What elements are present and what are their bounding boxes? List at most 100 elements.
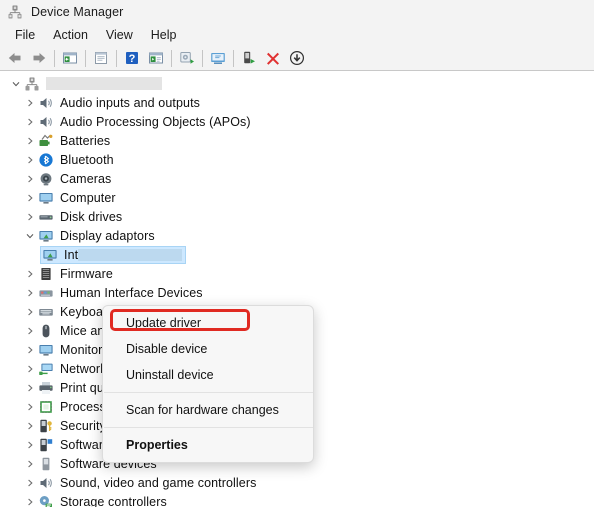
chevron-down-icon[interactable] — [8, 76, 24, 92]
printer-icon — [39, 381, 53, 394]
tree-item-label: Batteries — [60, 133, 111, 148]
tree-item-computer[interactable]: Computer — [0, 188, 594, 207]
chevron-right-icon[interactable] — [22, 209, 38, 225]
toolbar-separator — [85, 49, 86, 67]
scan-for-hardware-changes-button[interactable] — [175, 47, 199, 69]
menu-action[interactable]: Action — [44, 26, 97, 44]
chevron-right-icon[interactable] — [22, 304, 38, 320]
back-button[interactable] — [3, 47, 27, 69]
tree-item-sound-video-and-game-controllers[interactable]: Sound, video and game controllers — [0, 473, 594, 492]
tree-item-human-interface-devices[interactable]: Human Interface Devices — [0, 283, 594, 302]
device-tree-panel[interactable]: Audio inputs and outputs Audio Processin… — [0, 71, 594, 507]
menu-bar: File Action View Help — [0, 24, 594, 46]
properties-icon — [95, 52, 107, 64]
mouse-icon — [42, 324, 50, 337]
tree-item-batteries[interactable]: Batteries — [0, 131, 594, 150]
properties-button[interactable] — [89, 47, 113, 69]
ctx-disable-device[interactable]: Disable device — [103, 336, 313, 362]
tree-item-bluetooth[interactable]: Bluetooth — [0, 150, 594, 169]
display-adapter-icon — [43, 249, 57, 261]
chevron-right-icon[interactable] — [22, 361, 38, 377]
uninstall-device-button[interactable] — [261, 47, 285, 69]
chevron-right-icon[interactable] — [22, 418, 38, 434]
toolbar: ? — [0, 46, 594, 71]
selection-highlight: Int — [40, 245, 187, 264]
help-icon: ? — [126, 52, 138, 65]
forward-icon — [33, 53, 46, 63]
toolbar-separator — [116, 49, 117, 67]
tree-item-label: Bluetooth — [60, 152, 114, 167]
disable-device-button[interactable] — [285, 47, 309, 69]
back-icon — [8, 53, 21, 63]
chevron-right-icon[interactable] — [22, 133, 38, 149]
update-driver-button[interactable] — [206, 47, 230, 69]
chevron-right-icon[interactable] — [22, 380, 38, 396]
toolbar-separator — [171, 49, 172, 67]
help-button[interactable]: ? — [120, 47, 144, 69]
chevron-right-icon[interactable] — [22, 190, 38, 206]
ctx-update-driver[interactable]: Update driver — [103, 310, 313, 336]
view-devices-button[interactable] — [144, 47, 168, 69]
device-manager-window: Device Manager File Action View Help ? A… — [0, 0, 594, 507]
speaker-icon — [40, 97, 52, 108]
chevron-right-icon[interactable] — [22, 152, 38, 168]
tree-item-label: Int — [64, 247, 79, 262]
tree-item-label: Cameras — [60, 171, 112, 186]
device-context-menu[interactable]: Update driver Disable device Uninstall d… — [102, 305, 314, 463]
tree-item-audio-processing-objects[interactable]: Audio Processing Objects (APOs) — [0, 112, 594, 131]
tree-item-selected-display-device[interactable]: Int — [0, 245, 594, 264]
chevron-right-icon[interactable] — [22, 437, 38, 453]
show-hide-console-tree-button[interactable] — [58, 47, 82, 69]
tree-item-display-adaptors[interactable]: Display adaptors — [0, 226, 594, 245]
title-bar: Device Manager — [0, 0, 594, 24]
tree-item-audio-inputs-and-outputs[interactable]: Audio inputs and outputs — [0, 93, 594, 112]
chevron-right-icon[interactable] — [22, 475, 38, 491]
tree-item-label: Disk drives — [60, 209, 123, 224]
chevron-right-icon[interactable] — [22, 323, 38, 339]
tree-item-storage-controllers[interactable]: Storage controllers — [0, 492, 594, 507]
svg-text:?: ? — [129, 53, 136, 65]
chevron-down-icon[interactable] — [22, 228, 38, 244]
chevron-right-icon[interactable] — [22, 114, 38, 130]
tree-root-node[interactable] — [0, 74, 594, 93]
software-device-icon — [42, 457, 50, 470]
enable-device-button[interactable] — [237, 47, 261, 69]
disable-device-icon — [289, 50, 305, 66]
tree-item-label: Sound, video and game controllers — [60, 475, 257, 490]
storage-controller-icon — [39, 495, 52, 507]
toolbar-separator — [54, 49, 55, 67]
chevron-right-icon[interactable] — [22, 456, 38, 472]
tree-item-label: Audio Processing Objects (APOs) — [60, 114, 251, 129]
firmware-icon — [41, 267, 51, 280]
chevron-right-icon[interactable] — [22, 494, 38, 507]
tree-item-label: Computer — [60, 190, 116, 205]
menu-view[interactable]: View — [97, 26, 142, 44]
context-menu-separator — [104, 427, 313, 428]
chevron-right-icon[interactable] — [22, 95, 38, 111]
tree-item-label: Audio inputs and outputs — [60, 95, 201, 110]
monitor-icon — [39, 344, 53, 356]
chevron-right-icon[interactable] — [22, 171, 38, 187]
chevron-right-icon[interactable] — [22, 342, 38, 358]
ctx-uninstall-device[interactable]: Uninstall device — [103, 362, 313, 388]
bluetooth-icon — [39, 152, 53, 167]
tree-item-label: Display adaptors — [60, 228, 155, 243]
forward-button[interactable] — [27, 47, 51, 69]
redacted-computer-name — [46, 77, 162, 90]
tree-item-cameras[interactable]: Cameras — [0, 169, 594, 188]
ctx-properties[interactable]: Properties — [103, 432, 313, 458]
ctx-scan-for-hardware-changes[interactable]: Scan for hardware changes — [103, 397, 313, 423]
menu-help[interactable]: Help — [142, 26, 186, 44]
chevron-right-icon[interactable] — [22, 399, 38, 415]
security-device-icon — [40, 419, 52, 432]
enable-device-icon — [244, 51, 255, 64]
chevron-right-icon[interactable] — [22, 266, 38, 282]
menu-file[interactable]: File — [6, 26, 44, 44]
device-manager-icon — [8, 5, 22, 19]
chevron-right-icon[interactable] — [22, 285, 38, 301]
tree-item-disk-drives[interactable]: Disk drives — [0, 207, 594, 226]
tree-item-firmware[interactable]: Firmware — [0, 264, 594, 283]
hid-icon — [39, 289, 53, 297]
update-driver-icon — [211, 53, 225, 64]
show-hide-console-tree-icon — [63, 52, 77, 64]
